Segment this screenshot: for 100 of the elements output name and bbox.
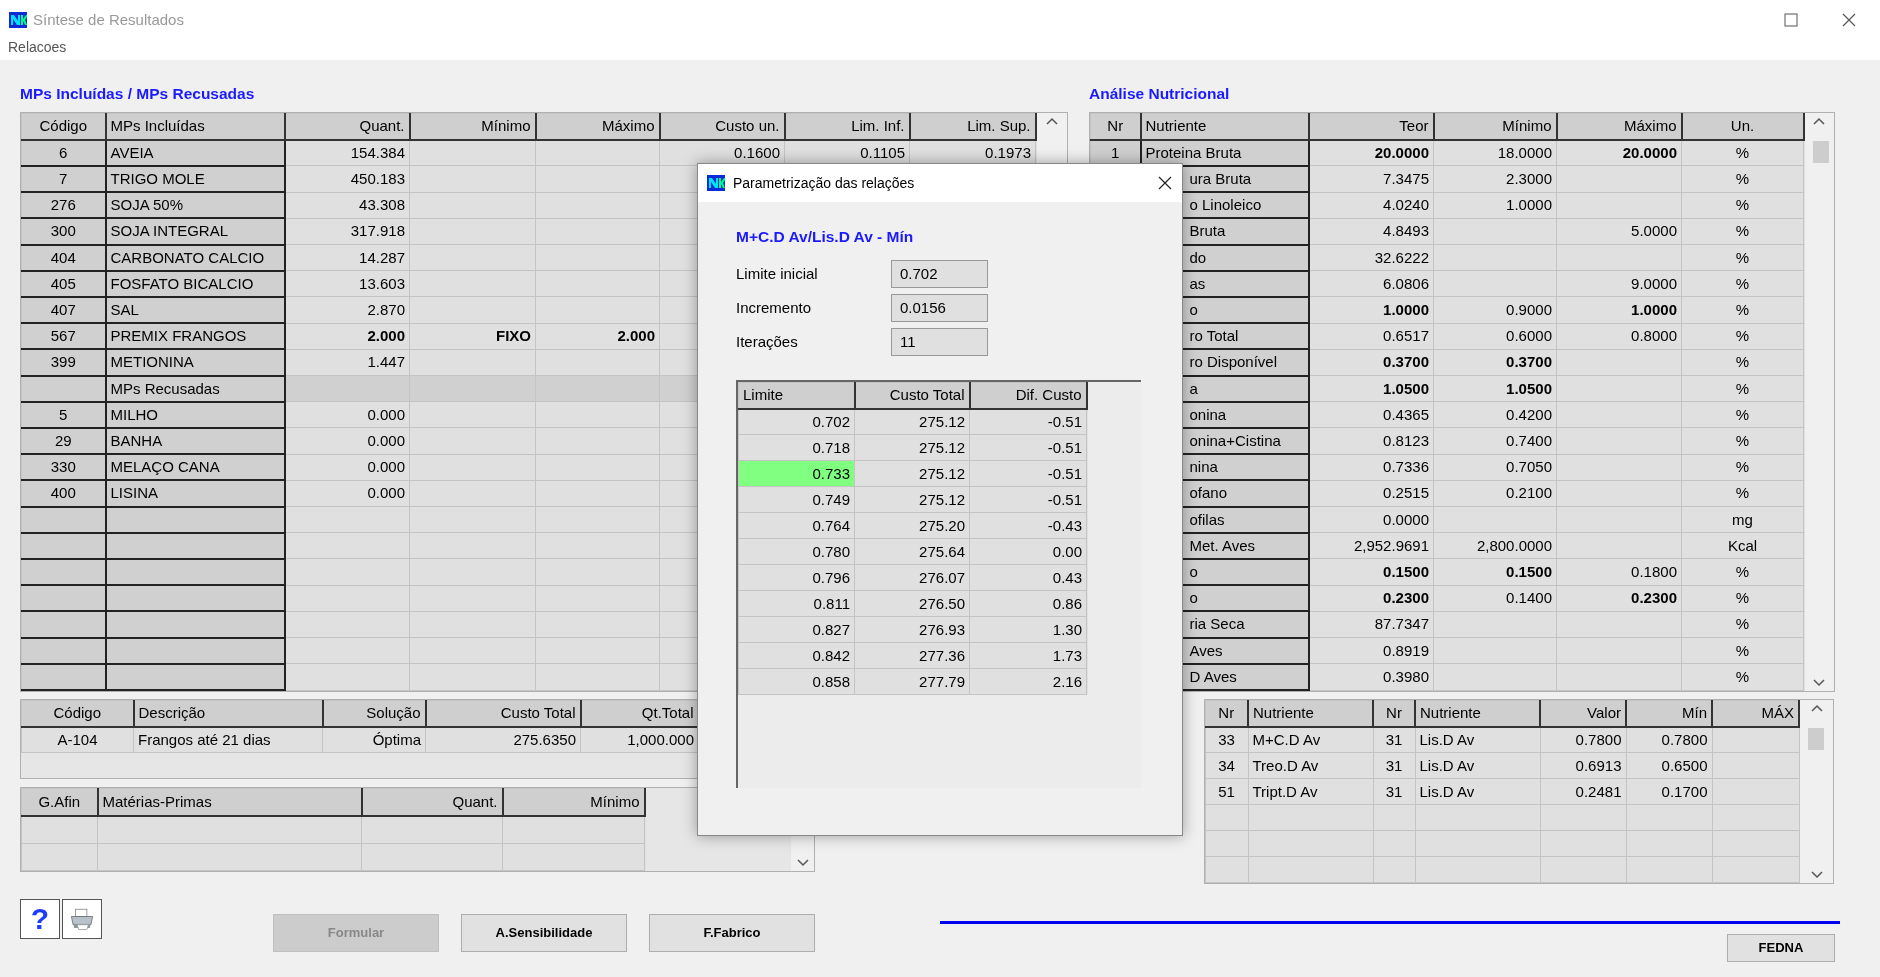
table-cell: 0.1800: [1556, 558, 1682, 586]
scrollbar[interactable]: [1800, 700, 1833, 883]
column-header: Nr: [1090, 113, 1141, 140]
table-cell: TRIGO MOLE: [105, 165, 285, 193]
table-cell: 275.20: [854, 512, 970, 539]
table-cell: %: [1681, 637, 1804, 664]
column-header: Custo Total: [854, 382, 970, 409]
table-cell: 0.2515: [1308, 480, 1434, 507]
input-field[interactable]: 0.702: [891, 260, 988, 288]
chevron-down-icon[interactable]: [1810, 871, 1823, 879]
table-cell: 0.7050: [1433, 454, 1557, 481]
table-cell: BANHA: [105, 427, 285, 455]
table-cell: 0.842: [738, 642, 855, 669]
chevron-down-icon[interactable]: [1813, 679, 1826, 687]
table-cell: 0.4365: [1308, 401, 1434, 428]
table-cell: 43.308: [284, 192, 410, 219]
table-cell: 0.3980: [1308, 663, 1434, 690]
column-header: G.Afin: [21, 788, 98, 816]
table-cell: 31: [1373, 726, 1415, 753]
scroll-thumb[interactable]: [1812, 141, 1829, 163]
input-field[interactable]: 11: [891, 328, 988, 356]
input-field[interactable]: 0.0156: [891, 294, 988, 322]
table-cell: Frangos até 21 dias: [133, 726, 323, 753]
chevron-up-icon[interactable]: [1810, 704, 1823, 712]
column-header: Nutriente: [1140, 113, 1309, 140]
chevron-up-icon[interactable]: [1813, 117, 1826, 125]
table-cell: 275.12: [854, 486, 970, 513]
column-header: Mínimo: [409, 113, 536, 140]
table-cell: 0.6500: [1626, 752, 1712, 779]
column-header: Código: [21, 700, 134, 727]
table-cell: %: [1681, 585, 1804, 612]
table-cell: %: [1681, 192, 1804, 219]
table-cell: 2,800.0000: [1433, 532, 1557, 559]
table-cell: 31: [1373, 778, 1415, 805]
table-cell: 2.000: [284, 323, 410, 350]
table-cell: Kcal: [1681, 532, 1804, 559]
table-cell: -0.51: [969, 408, 1087, 435]
table-cell: 1.73: [969, 642, 1087, 669]
column-header: Custo un.: [659, 113, 785, 140]
table-cell: 277.79: [854, 668, 970, 695]
close-icon[interactable]: [1842, 13, 1856, 27]
table-cell: Treo.D Av: [1248, 752, 1373, 779]
table-cell: %: [1681, 454, 1804, 481]
table-cell: 275.12: [854, 460, 970, 487]
table-cell: 407: [21, 296, 106, 324]
table-cell: 5.0000: [1556, 218, 1682, 245]
column-header: Mín: [1626, 700, 1712, 727]
table-cell: Lis.D Av: [1415, 778, 1540, 805]
table-cell: 0.3700: [1433, 349, 1557, 376]
table-cell: 51: [1205, 778, 1248, 805]
table-cell: 0.7336: [1308, 454, 1434, 481]
table-cell: 4.8493: [1308, 218, 1434, 245]
table-cell: 7: [21, 165, 106, 193]
table-cell: METIONINA: [105, 349, 285, 376]
action-button[interactable]: F.Fabrico: [649, 914, 815, 952]
table-cell: 14.287: [284, 244, 410, 271]
table-cell: 0.1500: [1308, 558, 1434, 586]
table-cell: 0.780: [738, 538, 855, 565]
table-cell: 34: [1205, 752, 1248, 779]
table-cell: 0.1700: [1626, 778, 1712, 805]
table-cell: 87.7347: [1308, 611, 1434, 638]
chevron-down-icon[interactable]: [796, 859, 809, 867]
dialog-title: Parametrização das relações: [733, 173, 915, 193]
table-cell: 2.16: [969, 668, 1087, 695]
printer-button[interactable]: [62, 899, 102, 939]
table-cell: Tript.D Av: [1248, 778, 1373, 805]
table-cell: 0.796: [738, 564, 855, 591]
table-cell: 29: [21, 427, 106, 455]
table-cell: %: [1681, 218, 1804, 245]
column-header: Nutriente: [1248, 700, 1373, 727]
action-button[interactable]: A.Sensibilidade: [461, 914, 627, 952]
fedna-button[interactable]: FEDNA: [1727, 934, 1835, 962]
table-cell: %: [1681, 244, 1804, 271]
table-cell: 33: [1205, 726, 1248, 753]
table-cell: 0.749: [738, 486, 855, 513]
table-cell: 32.6222: [1308, 244, 1434, 271]
table-cell: 0.733: [738, 460, 855, 487]
column-header: Máximo: [535, 113, 660, 140]
table-cell: 404: [21, 244, 106, 271]
menu-item[interactable]: Relacoes: [8, 39, 67, 55]
table-cell: -0.43: [969, 512, 1087, 539]
table-cell: 0.2300: [1308, 585, 1434, 612]
table-cell: 18.0000: [1433, 139, 1557, 166]
close-icon[interactable]: [1158, 176, 1172, 190]
table-cell: SAL: [105, 296, 285, 324]
table-cell: 0.2300: [1556, 585, 1682, 612]
scroll-thumb[interactable]: [1808, 728, 1824, 750]
table-cell: Lis.D Av: [1415, 726, 1540, 753]
table-cell: 1.0500: [1308, 375, 1434, 402]
table-cell: -0.51: [969, 486, 1087, 513]
table-cell: 0.1400: [1433, 585, 1557, 612]
window-title: Síntese de Resultados: [33, 9, 184, 30]
column-header: Nr: [1205, 700, 1248, 727]
table-cell: 1.0000: [1556, 296, 1682, 324]
chevron-up-icon[interactable]: [1045, 117, 1058, 125]
help-button[interactable]: ?: [20, 899, 60, 939]
table-cell: 0.86: [969, 590, 1087, 617]
table-cell: 2.3000: [1433, 165, 1557, 193]
table-cell: 275.64: [854, 538, 970, 565]
scrollbar[interactable]: [1804, 113, 1834, 691]
